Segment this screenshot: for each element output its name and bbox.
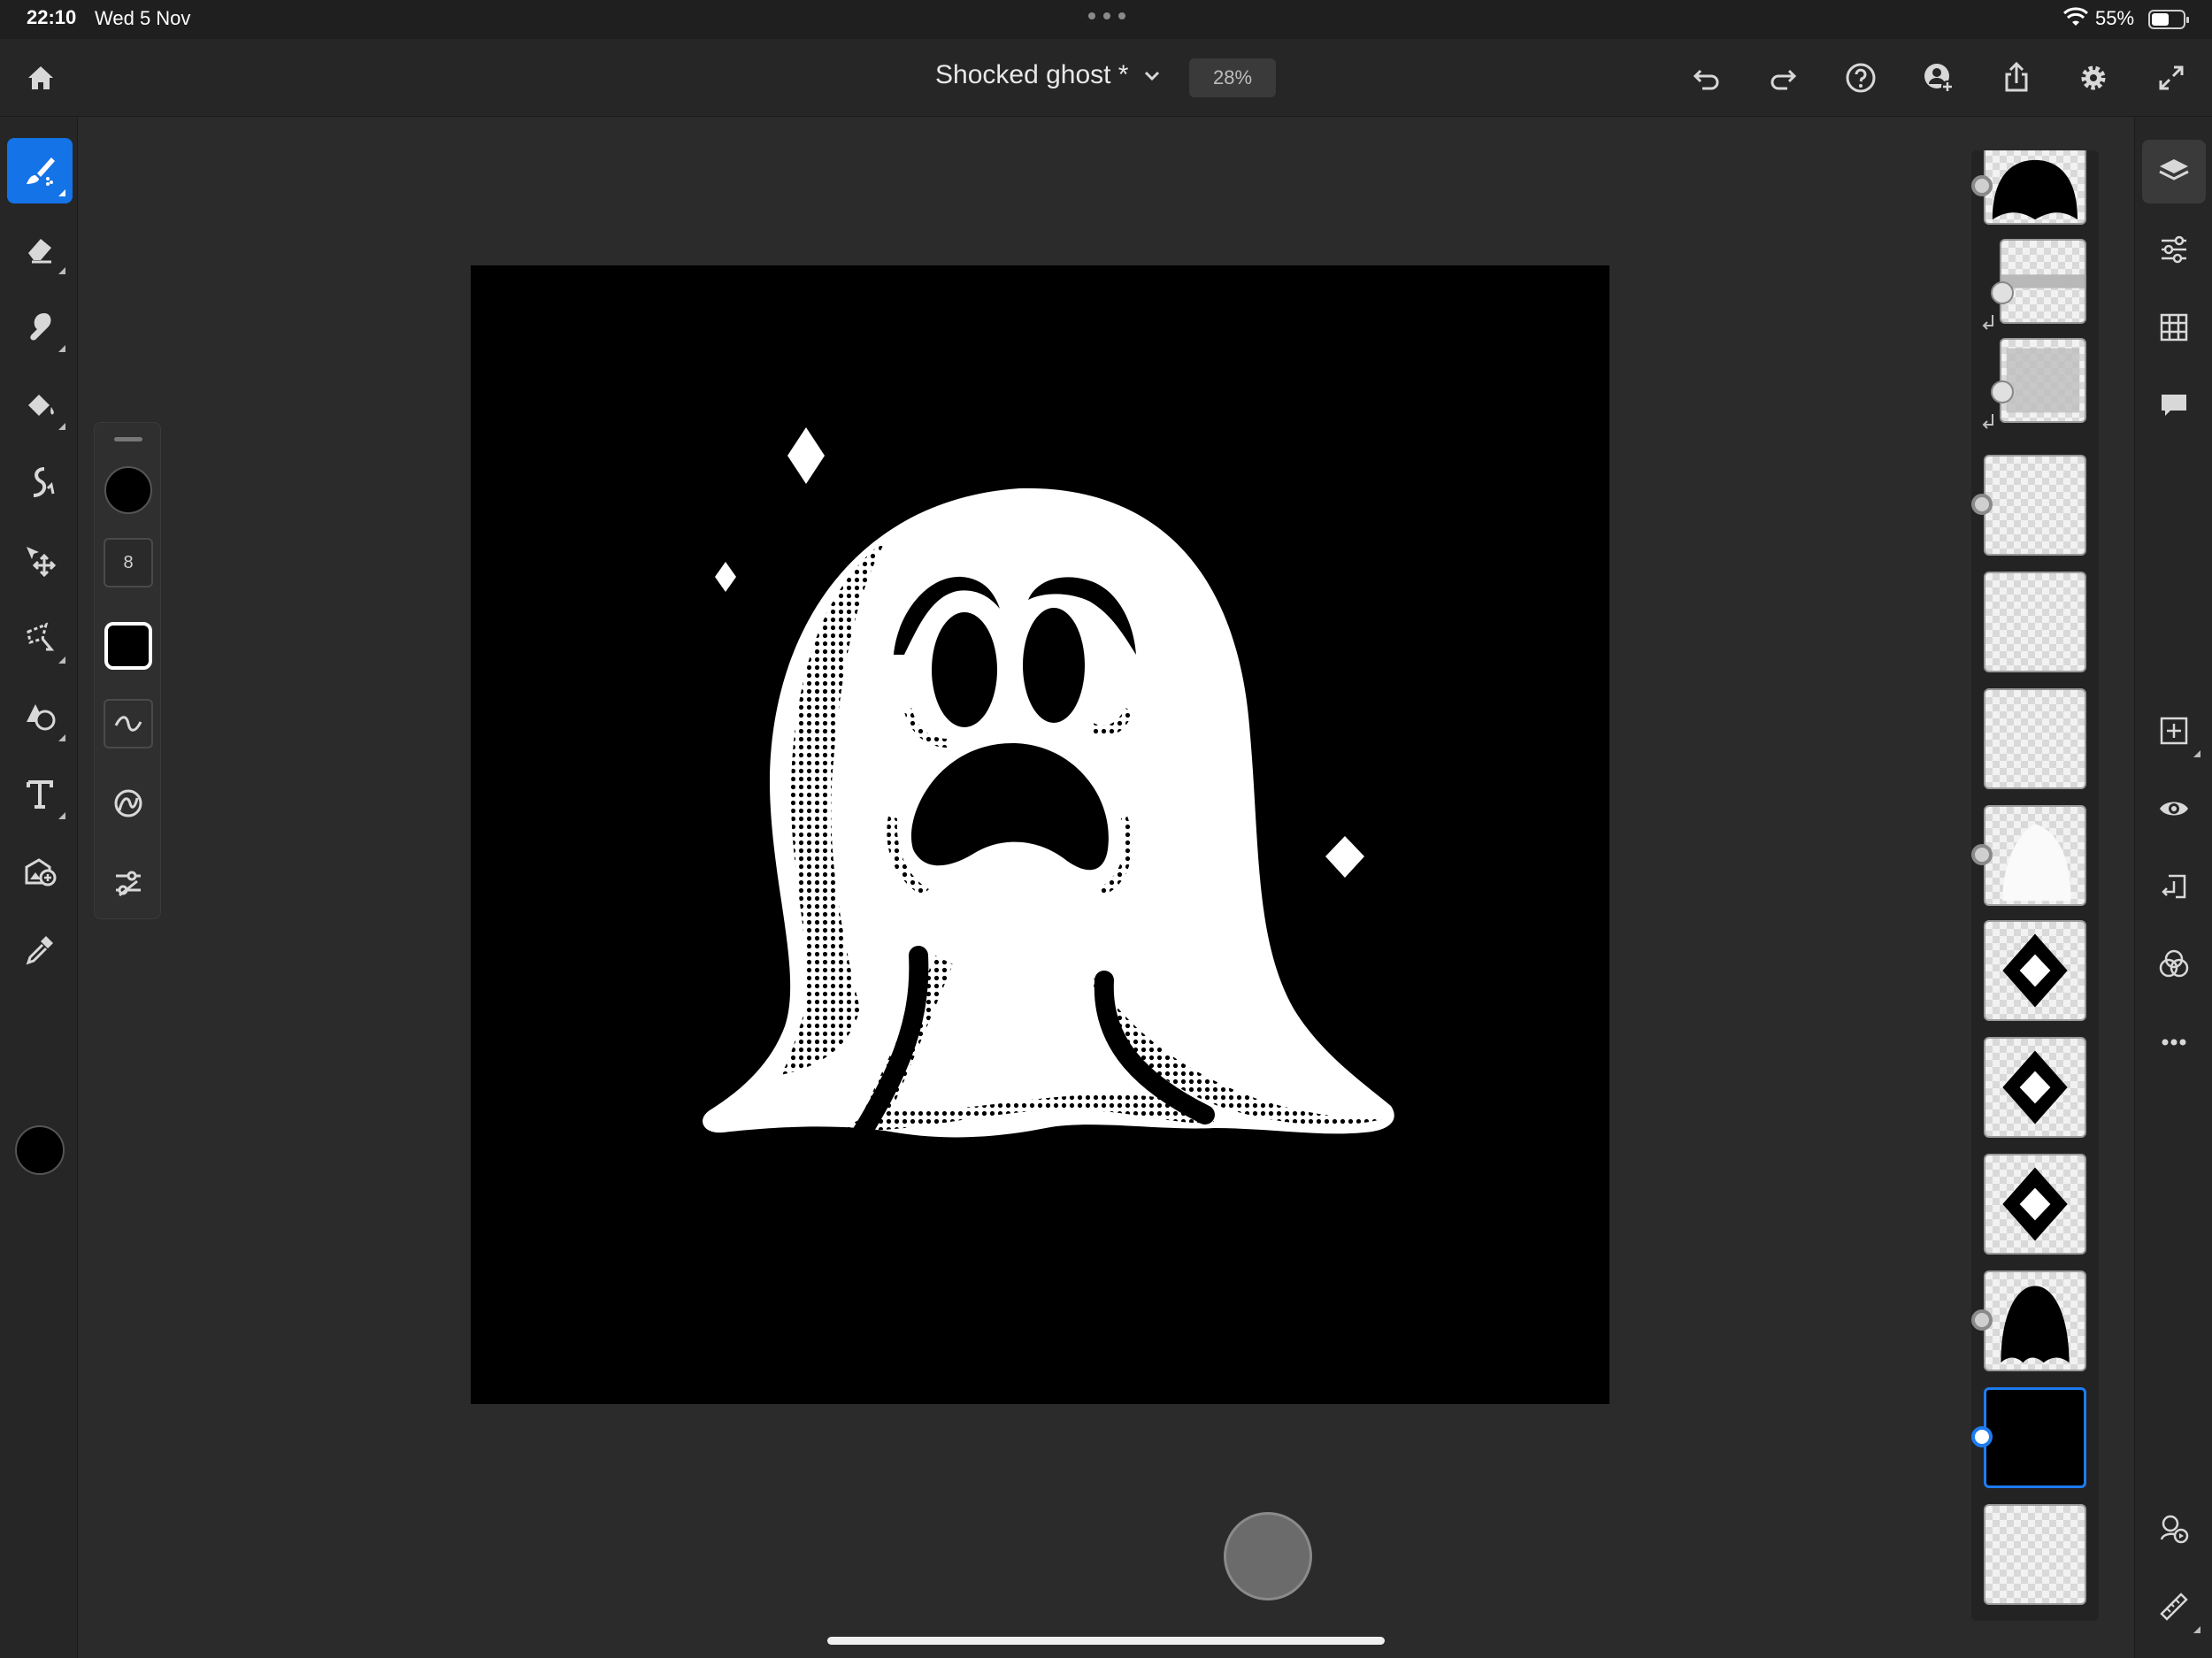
ghost-illustration — [703, 427, 1394, 1160]
ruler-icon[interactable] — [2142, 1575, 2206, 1639]
layer-thumbnail[interactable] — [1984, 1154, 2086, 1255]
brush-color-swatch[interactable] — [104, 621, 153, 671]
multitasking-dots-icon[interactable] — [1088, 12, 1125, 21]
zoom-level[interactable]: 28% — [1189, 58, 1276, 97]
merge-down-icon[interactable] — [2142, 855, 2206, 918]
layer-thumbnail[interactable] — [1984, 150, 2086, 225]
layer-thumbnail[interactable] — [1984, 1504, 2086, 1605]
document-title[interactable]: Shocked ghost * — [935, 60, 1128, 90]
ghost-eye — [1023, 608, 1085, 723]
grid-icon[interactable] — [2142, 296, 2206, 359]
sparkle — [787, 427, 825, 484]
liquify-icon — [33, 467, 55, 497]
mask-badge-icon — [1991, 380, 2014, 403]
foreground-color-swatch[interactable] — [15, 1125, 65, 1175]
home-icon[interactable] — [18, 55, 64, 101]
smudge-tool[interactable] — [7, 294, 73, 359]
smoothing-icon[interactable] — [104, 699, 153, 748]
undo-icon[interactable] — [1683, 55, 1729, 101]
comments-icon[interactable] — [2142, 373, 2206, 437]
lasso-tool[interactable] — [7, 605, 73, 671]
eyedropper-tool[interactable] — [7, 917, 73, 982]
layer-thumbnail[interactable] — [1984, 688, 2086, 789]
mask-badge-icon — [1991, 281, 2014, 304]
place-image-icon — [25, 858, 57, 887]
type-icon — [27, 780, 53, 809]
clipping-arrow-icon — [1982, 414, 1993, 429]
add-layer-icon[interactable] — [2142, 699, 2206, 763]
adjustments-icon[interactable] — [2142, 218, 2206, 281]
top-bar: Shocked ghost * 28% — [0, 39, 2212, 117]
layer-thumbnail[interactable] — [2000, 239, 2086, 324]
smudge-icon — [30, 313, 51, 341]
brush-options-panel: 8 — [94, 422, 161, 919]
shape-tool[interactable] — [7, 683, 73, 748]
battery-percent: 55% — [2095, 7, 2135, 29]
layer-thumbnail[interactable] — [1984, 920, 2086, 1021]
wifi-icon — [2063, 7, 2088, 26]
type-tool[interactable] — [7, 761, 73, 826]
settings-icon[interactable] — [2070, 55, 2116, 101]
chevron-down-icon[interactable] — [1140, 64, 1164, 88]
layer-thumbnail[interactable] — [2000, 338, 2086, 423]
brush-settings-icon[interactable] — [104, 779, 153, 828]
paint-bucket-icon — [28, 395, 54, 416]
layer-thumbnail[interactable] — [1984, 455, 2086, 556]
layer-visibility-toggle[interactable] — [1971, 494, 1993, 515]
home-indicator[interactable] — [827, 1637, 1385, 1645]
brush-icon — [27, 157, 55, 186]
layer-thumbnail[interactable] — [1984, 1037, 2086, 1138]
brush-adjustments-icon[interactable] — [104, 858, 153, 908]
layer-thumbnail[interactable] — [1984, 1270, 2086, 1371]
invite-icon[interactable] — [1916, 55, 1962, 101]
place-image-tool[interactable] — [7, 839, 73, 904]
brush-tool[interactable] — [7, 138, 73, 203]
timelapse-icon[interactable] — [2142, 1497, 2206, 1561]
right-rail — [2134, 117, 2212, 1658]
brush-size-field[interactable]: 8 — [104, 538, 153, 587]
blend-mode-icon[interactable] — [2142, 933, 2206, 996]
layers-icon[interactable] — [2142, 140, 2206, 203]
lasso-icon — [27, 622, 55, 651]
eraser-icon — [28, 239, 51, 264]
layer-visibility-toggle[interactable] — [1971, 1309, 1993, 1331]
more-icon[interactable] — [2142, 1010, 2206, 1074]
sparkle — [1325, 836, 1364, 878]
brush-preview[interactable] — [104, 465, 153, 515]
status-time: 22:10 — [27, 6, 77, 28]
help-icon[interactable] — [1838, 55, 1884, 101]
status-date: Wed 5 Nov — [95, 7, 191, 29]
eyedropper-icon — [26, 936, 53, 965]
share-icon[interactable] — [1993, 55, 2039, 101]
tool-bar — [0, 117, 78, 1658]
layer-visibility-toggle[interactable] — [1971, 844, 1993, 865]
panel-grip-handle[interactable] — [114, 437, 142, 441]
sparkle — [715, 562, 736, 592]
shape-icon — [27, 704, 56, 731]
layer-thumbnail[interactable] — [1984, 805, 2086, 906]
move-icon — [27, 547, 57, 578]
artboard-canvas[interactable] — [471, 265, 1609, 1404]
move-tool[interactable] — [7, 527, 73, 593]
touch-shortcut-button[interactable] — [1224, 1512, 1312, 1600]
layers-panel — [1971, 150, 2099, 1621]
redo-icon[interactable] — [1761, 55, 1807, 101]
clipping-arrow-icon — [1982, 315, 1993, 330]
fullscreen-icon[interactable] — [2148, 55, 2194, 101]
layer-visibility-toggle[interactable] — [1971, 175, 1993, 196]
layer-visibility-toggle[interactable] — [1971, 1426, 1993, 1447]
layer-thumbnail[interactable] — [1984, 572, 2086, 672]
status-bar: 22:10 Wed 5 Nov 55% — [0, 0, 2212, 39]
visibility-icon[interactable] — [2142, 777, 2206, 841]
liquify-tool[interactable] — [7, 449, 73, 515]
ghost-eye — [932, 612, 997, 727]
battery-icon — [2148, 10, 2189, 29]
fill-tool[interactable] — [7, 372, 73, 437]
eraser-tool[interactable] — [7, 216, 73, 281]
layer-thumbnail-selected[interactable] — [1984, 1387, 2086, 1488]
